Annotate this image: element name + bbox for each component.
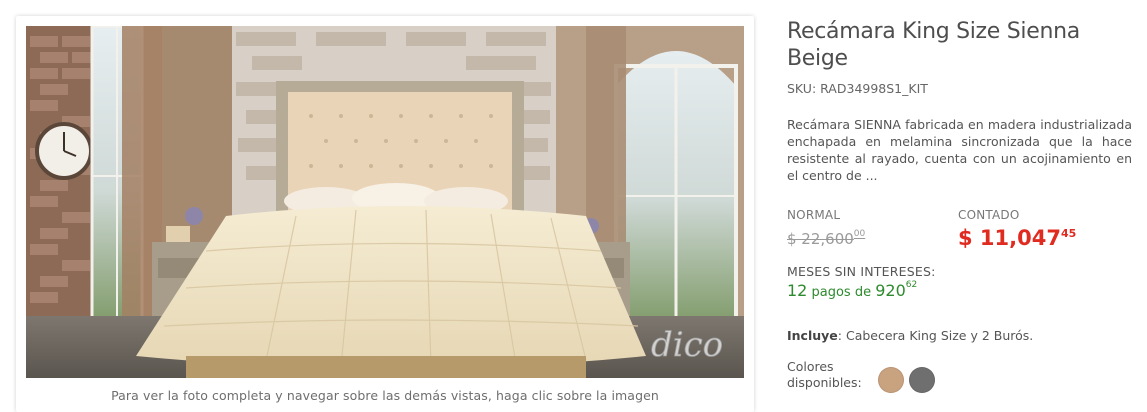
watermark-logo: dico xyxy=(651,325,723,365)
product-photo[interactable]: dico xyxy=(26,26,744,378)
cash-price-column: CONTADO $ 11,04745 xyxy=(958,208,1076,250)
normal-price-column: NORMAL $ 22,60000 xyxy=(787,208,865,248)
includes-text: Incluye: Cabecera King Size y 2 Burós. xyxy=(787,328,1132,343)
includes-detail: : Cabecera King Size y 2 Burós. xyxy=(837,328,1034,343)
product-title: Recámara King Size Sienna Beige xyxy=(787,19,1080,71)
product-description: Recámara SIENNA fabricada en madera indu… xyxy=(787,117,1132,183)
bedroom-image: dico xyxy=(26,26,744,378)
color-options: Colores disponibles: xyxy=(787,359,1132,393)
includes-label: Incluye xyxy=(787,328,838,343)
normal-price-cents: 00 xyxy=(853,229,866,239)
normal-price-label: NORMAL xyxy=(787,208,841,222)
cash-price-cents: 45 xyxy=(1060,227,1077,240)
installments-text: pagos de xyxy=(811,285,872,300)
cash-price: $ 11,04745 xyxy=(958,226,1076,250)
installments-count: 12 xyxy=(787,281,808,300)
color-swatch-gris[interactable] xyxy=(909,367,935,393)
gallery-caption: Para ver la foto completa y navegar sobr… xyxy=(111,388,659,403)
installments-block: MESES SIN INTERESES: 12 pagos de 92062 xyxy=(787,264,1132,300)
product-gallery: dico Para ver la foto completa y navegar… xyxy=(16,16,754,412)
color-swatch-beige[interactable] xyxy=(878,367,904,393)
installments-value: 12 pagos de 92062 xyxy=(787,280,1132,300)
installments-label: MESES SIN INTERESES: xyxy=(787,264,936,279)
product-info: Recámara King Size Sienna Beige SKU: RAD… xyxy=(787,18,1132,393)
normal-price: $ 22,60000 xyxy=(787,229,866,248)
installments-amount: 920 xyxy=(875,281,906,300)
normal-price-value: $ 22,600 xyxy=(787,230,854,248)
cash-price-label: CONTADO xyxy=(958,208,1020,222)
price-block: NORMAL $ 22,60000 CONTADO $ 11,04745 xyxy=(787,208,1132,254)
product-sku: SKU: RAD34998S1_KIT xyxy=(787,81,928,96)
installments-cents: 62 xyxy=(905,280,918,290)
cash-price-value: $ 11,047 xyxy=(958,226,1061,250)
colors-label: Colores disponibles: xyxy=(787,359,862,390)
